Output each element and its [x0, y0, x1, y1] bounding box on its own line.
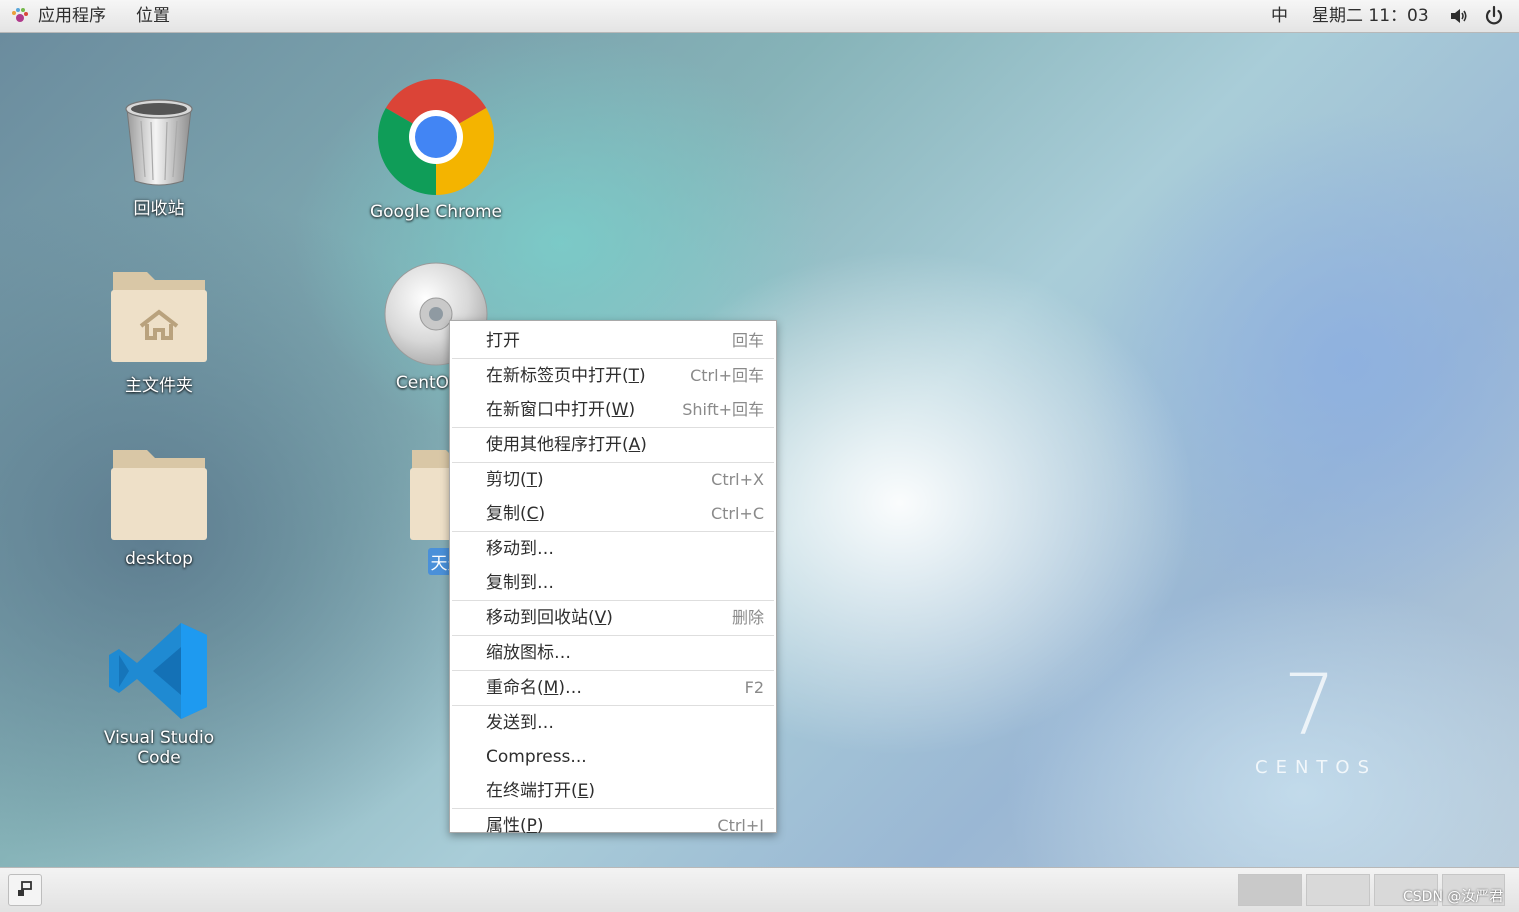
show-desktop-button[interactable]: [8, 874, 42, 906]
desktop-icon-home-folder[interactable]: 主文件夹: [84, 268, 234, 397]
menu-item-mnemonic: T: [628, 366, 640, 386]
menu-item-label: 移动到…: [486, 539, 554, 559]
menu-item-mnemonic: V: [594, 608, 607, 628]
volume-icon[interactable]: [1449, 6, 1469, 33]
menu-item-cut[interactable]: 剪切(T) Ctrl+X: [450, 463, 776, 497]
menu-item-label-tail: ): [536, 816, 544, 836]
folder-icon: [109, 446, 209, 542]
menu-item-label-tail: ): [628, 400, 636, 420]
menu-item-label-tail: ): [538, 504, 546, 524]
menu-item-mnemonic: T: [526, 470, 538, 490]
menu-item-mnemonic: C: [526, 504, 539, 524]
menu-item-accel: Ctrl+回车: [690, 366, 764, 385]
menu-item-label: 在新标签页中打开(: [486, 366, 629, 386]
desktop-icon-trash[interactable]: 回收站: [84, 95, 234, 220]
branding-version: 7: [1283, 656, 1337, 754]
menu-item-label: 在新窗口中打开(: [486, 400, 612, 420]
menu-item-move-to[interactable]: 移动到…: [450, 532, 776, 566]
menu-item-copy[interactable]: 复制(C) Ctrl+C: [450, 497, 776, 531]
menu-item-rename[interactable]: 重命名(M)… F2: [450, 671, 776, 705]
menu-item-accel: Ctrl+C: [710, 504, 764, 523]
trash-icon: [119, 95, 199, 187]
menu-item-accel: Shift+回车: [682, 400, 764, 419]
desktop-icon-label: 回收站: [133, 199, 185, 219]
context-menu: 打开 回车 在新标签页中打开(T) Ctrl+回车 在新窗口中打开(W) Shi…: [449, 320, 777, 836]
menu-item-label: 使用其他程序打开(: [486, 435, 629, 455]
menu-item-label: 缩放图标…: [486, 643, 571, 663]
menu-item-mnemonic: E: [577, 781, 589, 801]
menu-item-label: 打开: [486, 331, 520, 351]
menu-item-label-tail: ): [588, 781, 596, 801]
menu-item-label-tail: ): [537, 470, 544, 490]
menu-item-accel: F2: [744, 678, 764, 697]
window-list-icon: [18, 881, 32, 896]
menu-item-move-to-trash[interactable]: 移动到回收站(V) 删除: [450, 601, 776, 635]
desktop-icon-label: Google Chrome: [369, 202, 503, 222]
menu-item-open[interactable]: 打开 回车: [450, 324, 776, 358]
menu-item-compress[interactable]: Compress...: [450, 740, 776, 774]
bottom-panel: CSDN @汝严君: [0, 867, 1519, 912]
menu-item-open-in-terminal[interactable]: 在终端打开(E): [450, 774, 776, 808]
desktop-icon-label: Visual Studio Code: [103, 728, 215, 768]
menu-item-label: 属性(: [486, 816, 527, 836]
menu-item-label: 发送到…: [486, 713, 554, 733]
gnome-foot-icon[interactable]: [10, 6, 30, 33]
menu-item-mnemonic: W: [611, 400, 629, 420]
menu-item-label-tail: ): [606, 608, 613, 628]
vscode-icon: [107, 621, 211, 721]
desktop-icon-desktop-folder[interactable]: desktop: [84, 446, 234, 570]
menu-item-accel: Ctrl+I: [717, 816, 764, 835]
menu-item-zoom-icons[interactable]: 缩放图标…: [450, 636, 776, 670]
applications-menu[interactable]: 应用程序: [38, 4, 106, 28]
menu-item-label: 复制到…: [486, 573, 554, 593]
menu-item-open-new-window[interactable]: 在新窗口中打开(W) Shift+回车: [450, 393, 776, 427]
desktop-icon-vscode[interactable]: Visual Studio Code: [84, 621, 234, 769]
chrome-icon: [378, 79, 494, 195]
top-panel: 应用程序 位置 中 星期二 11：03: [0, 0, 1519, 33]
menu-item-label: 剪切(: [486, 470, 527, 490]
menu-item-label: 重命名(: [486, 678, 544, 698]
menu-item-open-with[interactable]: 使用其他程序打开(A): [450, 428, 776, 462]
menu-item-mnemonic: A: [628, 435, 641, 455]
power-icon[interactable]: [1483, 5, 1505, 34]
menu-item-accel: 删除: [731, 608, 764, 627]
menu-item-send-to[interactable]: 发送到…: [450, 706, 776, 740]
desktop-icon-label: 主文件夹: [125, 376, 193, 396]
menu-item-mnemonic: P: [526, 816, 537, 836]
input-method-indicator[interactable]: 中: [1271, 4, 1288, 28]
menu-item-properties[interactable]: 属性(P) Ctrl+I: [450, 809, 776, 843]
menu-item-label-tail: ): [640, 435, 647, 455]
desktop-icon-label: desktop: [125, 549, 193, 569]
menu-item-label: Compress...: [486, 747, 587, 767]
menu-item-label-tail: )…: [558, 678, 582, 698]
branding-distro: CENTOS: [1255, 757, 1377, 778]
menu-item-label: 复制(: [486, 504, 527, 524]
places-menu[interactable]: 位置: [136, 4, 170, 28]
desktop-icon-chrome[interactable]: Google Chrome: [361, 79, 511, 223]
workspace-1[interactable]: [1238, 874, 1302, 906]
menu-item-label-tail: ): [639, 366, 646, 386]
menu-item-accel: Ctrl+X: [711, 470, 764, 489]
clock[interactable]: 星期二 11：03: [1312, 4, 1429, 28]
desktop-background[interactable]: 回收站 Google Chrome 主文件夹 CentOS 7 desktop …: [0, 33, 1519, 867]
menu-item-label: 移动到回收站(: [486, 608, 595, 628]
menu-item-mnemonic: M: [543, 678, 559, 698]
home-folder-icon: [109, 268, 209, 364]
watermark: CSDN @汝严君: [1403, 889, 1504, 905]
menu-item-label: 在终端打开(: [486, 781, 578, 801]
menu-item-copy-to[interactable]: 复制到…: [450, 566, 776, 600]
menu-item-accel: 回车: [731, 331, 764, 350]
menu-item-open-new-tab[interactable]: 在新标签页中打开(T) Ctrl+回车: [450, 359, 776, 393]
workspace-2[interactable]: [1306, 874, 1370, 906]
